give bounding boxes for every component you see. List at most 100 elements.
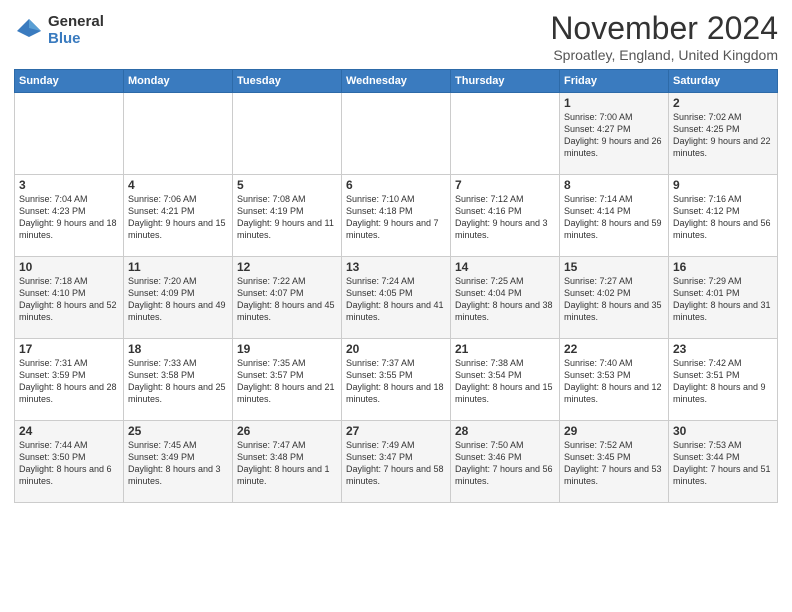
day-info: Sunrise: 7:25 AM Sunset: 4:04 PM Dayligh…	[455, 275, 555, 324]
day-number: 12	[237, 260, 337, 274]
day-number: 23	[673, 342, 773, 356]
table-cell	[342, 93, 451, 175]
header-friday: Friday	[560, 70, 669, 93]
day-number: 7	[455, 178, 555, 192]
table-cell	[451, 93, 560, 175]
day-number: 4	[128, 178, 228, 192]
day-number: 15	[564, 260, 664, 274]
table-cell: 1Sunrise: 7:00 AM Sunset: 4:27 PM Daylig…	[560, 93, 669, 175]
day-number: 6	[346, 178, 446, 192]
day-number: 14	[455, 260, 555, 274]
day-info: Sunrise: 7:18 AM Sunset: 4:10 PM Dayligh…	[19, 275, 119, 324]
table-cell: 15Sunrise: 7:27 AM Sunset: 4:02 PM Dayli…	[560, 257, 669, 339]
day-number: 19	[237, 342, 337, 356]
weekday-header-row: Sunday Monday Tuesday Wednesday Thursday…	[15, 70, 778, 93]
table-cell: 3Sunrise: 7:04 AM Sunset: 4:23 PM Daylig…	[15, 175, 124, 257]
day-number: 10	[19, 260, 119, 274]
day-info: Sunrise: 7:37 AM Sunset: 3:55 PM Dayligh…	[346, 357, 446, 406]
day-info: Sunrise: 7:12 AM Sunset: 4:16 PM Dayligh…	[455, 193, 555, 242]
day-number: 17	[19, 342, 119, 356]
day-info: Sunrise: 7:06 AM Sunset: 4:21 PM Dayligh…	[128, 193, 228, 242]
week-row-5: 24Sunrise: 7:44 AM Sunset: 3:50 PM Dayli…	[15, 421, 778, 503]
table-cell: 7Sunrise: 7:12 AM Sunset: 4:16 PM Daylig…	[451, 175, 560, 257]
day-info: Sunrise: 7:02 AM Sunset: 4:25 PM Dayligh…	[673, 111, 773, 160]
day-number: 30	[673, 424, 773, 438]
day-info: Sunrise: 7:44 AM Sunset: 3:50 PM Dayligh…	[19, 439, 119, 488]
header-thursday: Thursday	[451, 70, 560, 93]
day-number: 1	[564, 96, 664, 110]
table-cell	[15, 93, 124, 175]
table-cell: 20Sunrise: 7:37 AM Sunset: 3:55 PM Dayli…	[342, 339, 451, 421]
day-number: 25	[128, 424, 228, 438]
day-number: 18	[128, 342, 228, 356]
day-number: 21	[455, 342, 555, 356]
day-number: 9	[673, 178, 773, 192]
day-info: Sunrise: 7:04 AM Sunset: 4:23 PM Dayligh…	[19, 193, 119, 242]
day-number: 20	[346, 342, 446, 356]
table-cell: 27Sunrise: 7:49 AM Sunset: 3:47 PM Dayli…	[342, 421, 451, 503]
day-info: Sunrise: 7:38 AM Sunset: 3:54 PM Dayligh…	[455, 357, 555, 406]
day-info: Sunrise: 7:42 AM Sunset: 3:51 PM Dayligh…	[673, 357, 773, 406]
table-cell: 2Sunrise: 7:02 AM Sunset: 4:25 PM Daylig…	[669, 93, 778, 175]
day-number: 24	[19, 424, 119, 438]
month-title: November 2024	[550, 10, 778, 47]
day-number: 22	[564, 342, 664, 356]
week-row-4: 17Sunrise: 7:31 AM Sunset: 3:59 PM Dayli…	[15, 339, 778, 421]
table-cell: 13Sunrise: 7:24 AM Sunset: 4:05 PM Dayli…	[342, 257, 451, 339]
table-cell: 4Sunrise: 7:06 AM Sunset: 4:21 PM Daylig…	[124, 175, 233, 257]
table-cell: 11Sunrise: 7:20 AM Sunset: 4:09 PM Dayli…	[124, 257, 233, 339]
day-number: 13	[346, 260, 446, 274]
table-cell: 25Sunrise: 7:45 AM Sunset: 3:49 PM Dayli…	[124, 421, 233, 503]
day-info: Sunrise: 7:20 AM Sunset: 4:09 PM Dayligh…	[128, 275, 228, 324]
table-cell	[124, 93, 233, 175]
day-info: Sunrise: 7:10 AM Sunset: 4:18 PM Dayligh…	[346, 193, 446, 242]
day-info: Sunrise: 7:52 AM Sunset: 3:45 PM Dayligh…	[564, 439, 664, 488]
table-cell: 8Sunrise: 7:14 AM Sunset: 4:14 PM Daylig…	[560, 175, 669, 257]
day-number: 26	[237, 424, 337, 438]
table-cell: 19Sunrise: 7:35 AM Sunset: 3:57 PM Dayli…	[233, 339, 342, 421]
table-cell: 12Sunrise: 7:22 AM Sunset: 4:07 PM Dayli…	[233, 257, 342, 339]
day-info: Sunrise: 7:16 AM Sunset: 4:12 PM Dayligh…	[673, 193, 773, 242]
day-number: 5	[237, 178, 337, 192]
table-cell: 14Sunrise: 7:25 AM Sunset: 4:04 PM Dayli…	[451, 257, 560, 339]
table-cell: 26Sunrise: 7:47 AM Sunset: 3:48 PM Dayli…	[233, 421, 342, 503]
day-info: Sunrise: 7:47 AM Sunset: 3:48 PM Dayligh…	[237, 439, 337, 488]
table-cell: 22Sunrise: 7:40 AM Sunset: 3:53 PM Dayli…	[560, 339, 669, 421]
logo-general-text: General	[48, 14, 104, 31]
day-info: Sunrise: 7:45 AM Sunset: 3:49 PM Dayligh…	[128, 439, 228, 488]
day-info: Sunrise: 7:50 AM Sunset: 3:46 PM Dayligh…	[455, 439, 555, 488]
logo-blue-text: Blue	[48, 31, 104, 48]
day-info: Sunrise: 7:40 AM Sunset: 3:53 PM Dayligh…	[564, 357, 664, 406]
logo: General Blue	[14, 14, 104, 47]
header-sunday: Sunday	[15, 70, 124, 93]
day-number: 8	[564, 178, 664, 192]
day-info: Sunrise: 7:08 AM Sunset: 4:19 PM Dayligh…	[237, 193, 337, 242]
day-info: Sunrise: 7:24 AM Sunset: 4:05 PM Dayligh…	[346, 275, 446, 324]
week-row-3: 10Sunrise: 7:18 AM Sunset: 4:10 PM Dayli…	[15, 257, 778, 339]
table-cell: 18Sunrise: 7:33 AM Sunset: 3:58 PM Dayli…	[124, 339, 233, 421]
table-cell: 28Sunrise: 7:50 AM Sunset: 3:46 PM Dayli…	[451, 421, 560, 503]
calendar-table: Sunday Monday Tuesday Wednesday Thursday…	[14, 69, 778, 503]
table-cell: 30Sunrise: 7:53 AM Sunset: 3:44 PM Dayli…	[669, 421, 778, 503]
day-number: 28	[455, 424, 555, 438]
day-number: 2	[673, 96, 773, 110]
header-wednesday: Wednesday	[342, 70, 451, 93]
page-header: General Blue November 2024 Sproatley, En…	[14, 10, 778, 63]
table-cell: 5Sunrise: 7:08 AM Sunset: 4:19 PM Daylig…	[233, 175, 342, 257]
day-info: Sunrise: 7:33 AM Sunset: 3:58 PM Dayligh…	[128, 357, 228, 406]
day-info: Sunrise: 7:35 AM Sunset: 3:57 PM Dayligh…	[237, 357, 337, 406]
day-info: Sunrise: 7:27 AM Sunset: 4:02 PM Dayligh…	[564, 275, 664, 324]
table-cell	[233, 93, 342, 175]
day-info: Sunrise: 7:22 AM Sunset: 4:07 PM Dayligh…	[237, 275, 337, 324]
table-cell: 9Sunrise: 7:16 AM Sunset: 4:12 PM Daylig…	[669, 175, 778, 257]
day-number: 11	[128, 260, 228, 274]
week-row-2: 3Sunrise: 7:04 AM Sunset: 4:23 PM Daylig…	[15, 175, 778, 257]
header-monday: Monday	[124, 70, 233, 93]
day-info: Sunrise: 7:53 AM Sunset: 3:44 PM Dayligh…	[673, 439, 773, 488]
day-number: 3	[19, 178, 119, 192]
table-cell: 24Sunrise: 7:44 AM Sunset: 3:50 PM Dayli…	[15, 421, 124, 503]
table-cell: 10Sunrise: 7:18 AM Sunset: 4:10 PM Dayli…	[15, 257, 124, 339]
table-cell: 23Sunrise: 7:42 AM Sunset: 3:51 PM Dayli…	[669, 339, 778, 421]
week-row-1: 1Sunrise: 7:00 AM Sunset: 4:27 PM Daylig…	[15, 93, 778, 175]
day-number: 27	[346, 424, 446, 438]
